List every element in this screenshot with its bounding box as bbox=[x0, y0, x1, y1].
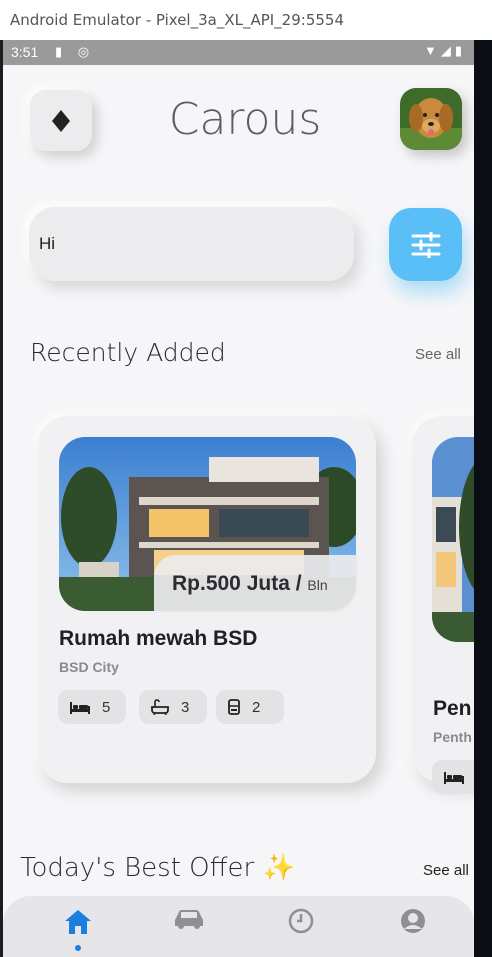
status-time: 3:51 bbox=[11, 44, 39, 60]
diamond-icon bbox=[52, 109, 70, 132]
section-title-recently-added: Recently Added bbox=[30, 338, 226, 367]
section-title-best-offer: Today's Best Offer ✨ bbox=[20, 853, 295, 883]
menu-button[interactable] bbox=[30, 90, 92, 151]
emulator-window-title: Android Emulator - Pixel_3a_XL_API_29:55… bbox=[0, 0, 492, 40]
house-image bbox=[432, 437, 474, 642]
bed-icon bbox=[444, 772, 464, 784]
price-tag: Rp.500 Juta / Bln bbox=[154, 555, 358, 613]
home-icon bbox=[65, 910, 91, 934]
property-location: Penth bbox=[433, 729, 472, 745]
property-card[interactable]: Pen Penth bbox=[412, 416, 474, 794]
filter-button[interactable] bbox=[389, 208, 462, 281]
avatar[interactable] bbox=[400, 88, 462, 150]
app-title: Carous bbox=[168, 94, 322, 145]
bed-icon bbox=[70, 702, 90, 714]
beds-count: 5 bbox=[102, 698, 111, 716]
see-all-recent-link[interactable]: See all bbox=[415, 346, 461, 363]
parking-badge: 2 bbox=[216, 690, 284, 724]
property-location: BSD City bbox=[59, 659, 119, 675]
phone-screen: 3:51 ▮ ◎ ▼◢▮ Carous Hi Recently Added Se… bbox=[3, 40, 474, 957]
emulator-background bbox=[474, 40, 492, 957]
dog-avatar-image bbox=[400, 88, 462, 150]
nav-home[interactable] bbox=[58, 908, 98, 944]
beds-badge bbox=[432, 760, 474, 794]
bottom-navigation bbox=[3, 896, 474, 957]
nav-profile[interactable] bbox=[393, 908, 433, 944]
search-box bbox=[29, 207, 354, 281]
active-indicator-dot bbox=[75, 945, 81, 951]
price-value: Rp.500 Juta / bbox=[172, 572, 308, 595]
property-name: Rumah mewah BSD bbox=[59, 627, 258, 650]
see-all-offer-link[interactable]: See all bbox=[423, 862, 469, 879]
history-icon bbox=[288, 908, 314, 934]
parking-count: 2 bbox=[252, 698, 261, 716]
price-unit: Bln bbox=[307, 577, 328, 593]
property-image bbox=[432, 437, 474, 642]
nav-history[interactable] bbox=[281, 908, 321, 944]
search-input[interactable] bbox=[39, 229, 339, 259]
property-name: Pen bbox=[433, 697, 472, 720]
signal-icons: ▼◢▮ bbox=[423, 43, 466, 58]
status-bar: 3:51 ▮ ◎ ▼◢▮ bbox=[3, 40, 474, 65]
nav-car[interactable] bbox=[169, 908, 209, 944]
car-icon bbox=[175, 910, 203, 929]
property-card[interactable]: Rp.500 Juta / Bln Rumah mewah BSD BSD Ci… bbox=[38, 416, 376, 783]
beds-badge: 5 bbox=[58, 690, 126, 724]
sliders-icon bbox=[411, 231, 440, 258]
baths-count: 3 bbox=[181, 698, 190, 716]
car-front-icon bbox=[228, 699, 240, 715]
baths-badge: 3 bbox=[139, 690, 207, 724]
bathtub-icon bbox=[151, 699, 169, 715]
notification-icons: ▮ ◎ bbox=[55, 44, 96, 59]
profile-icon bbox=[401, 909, 425, 933]
